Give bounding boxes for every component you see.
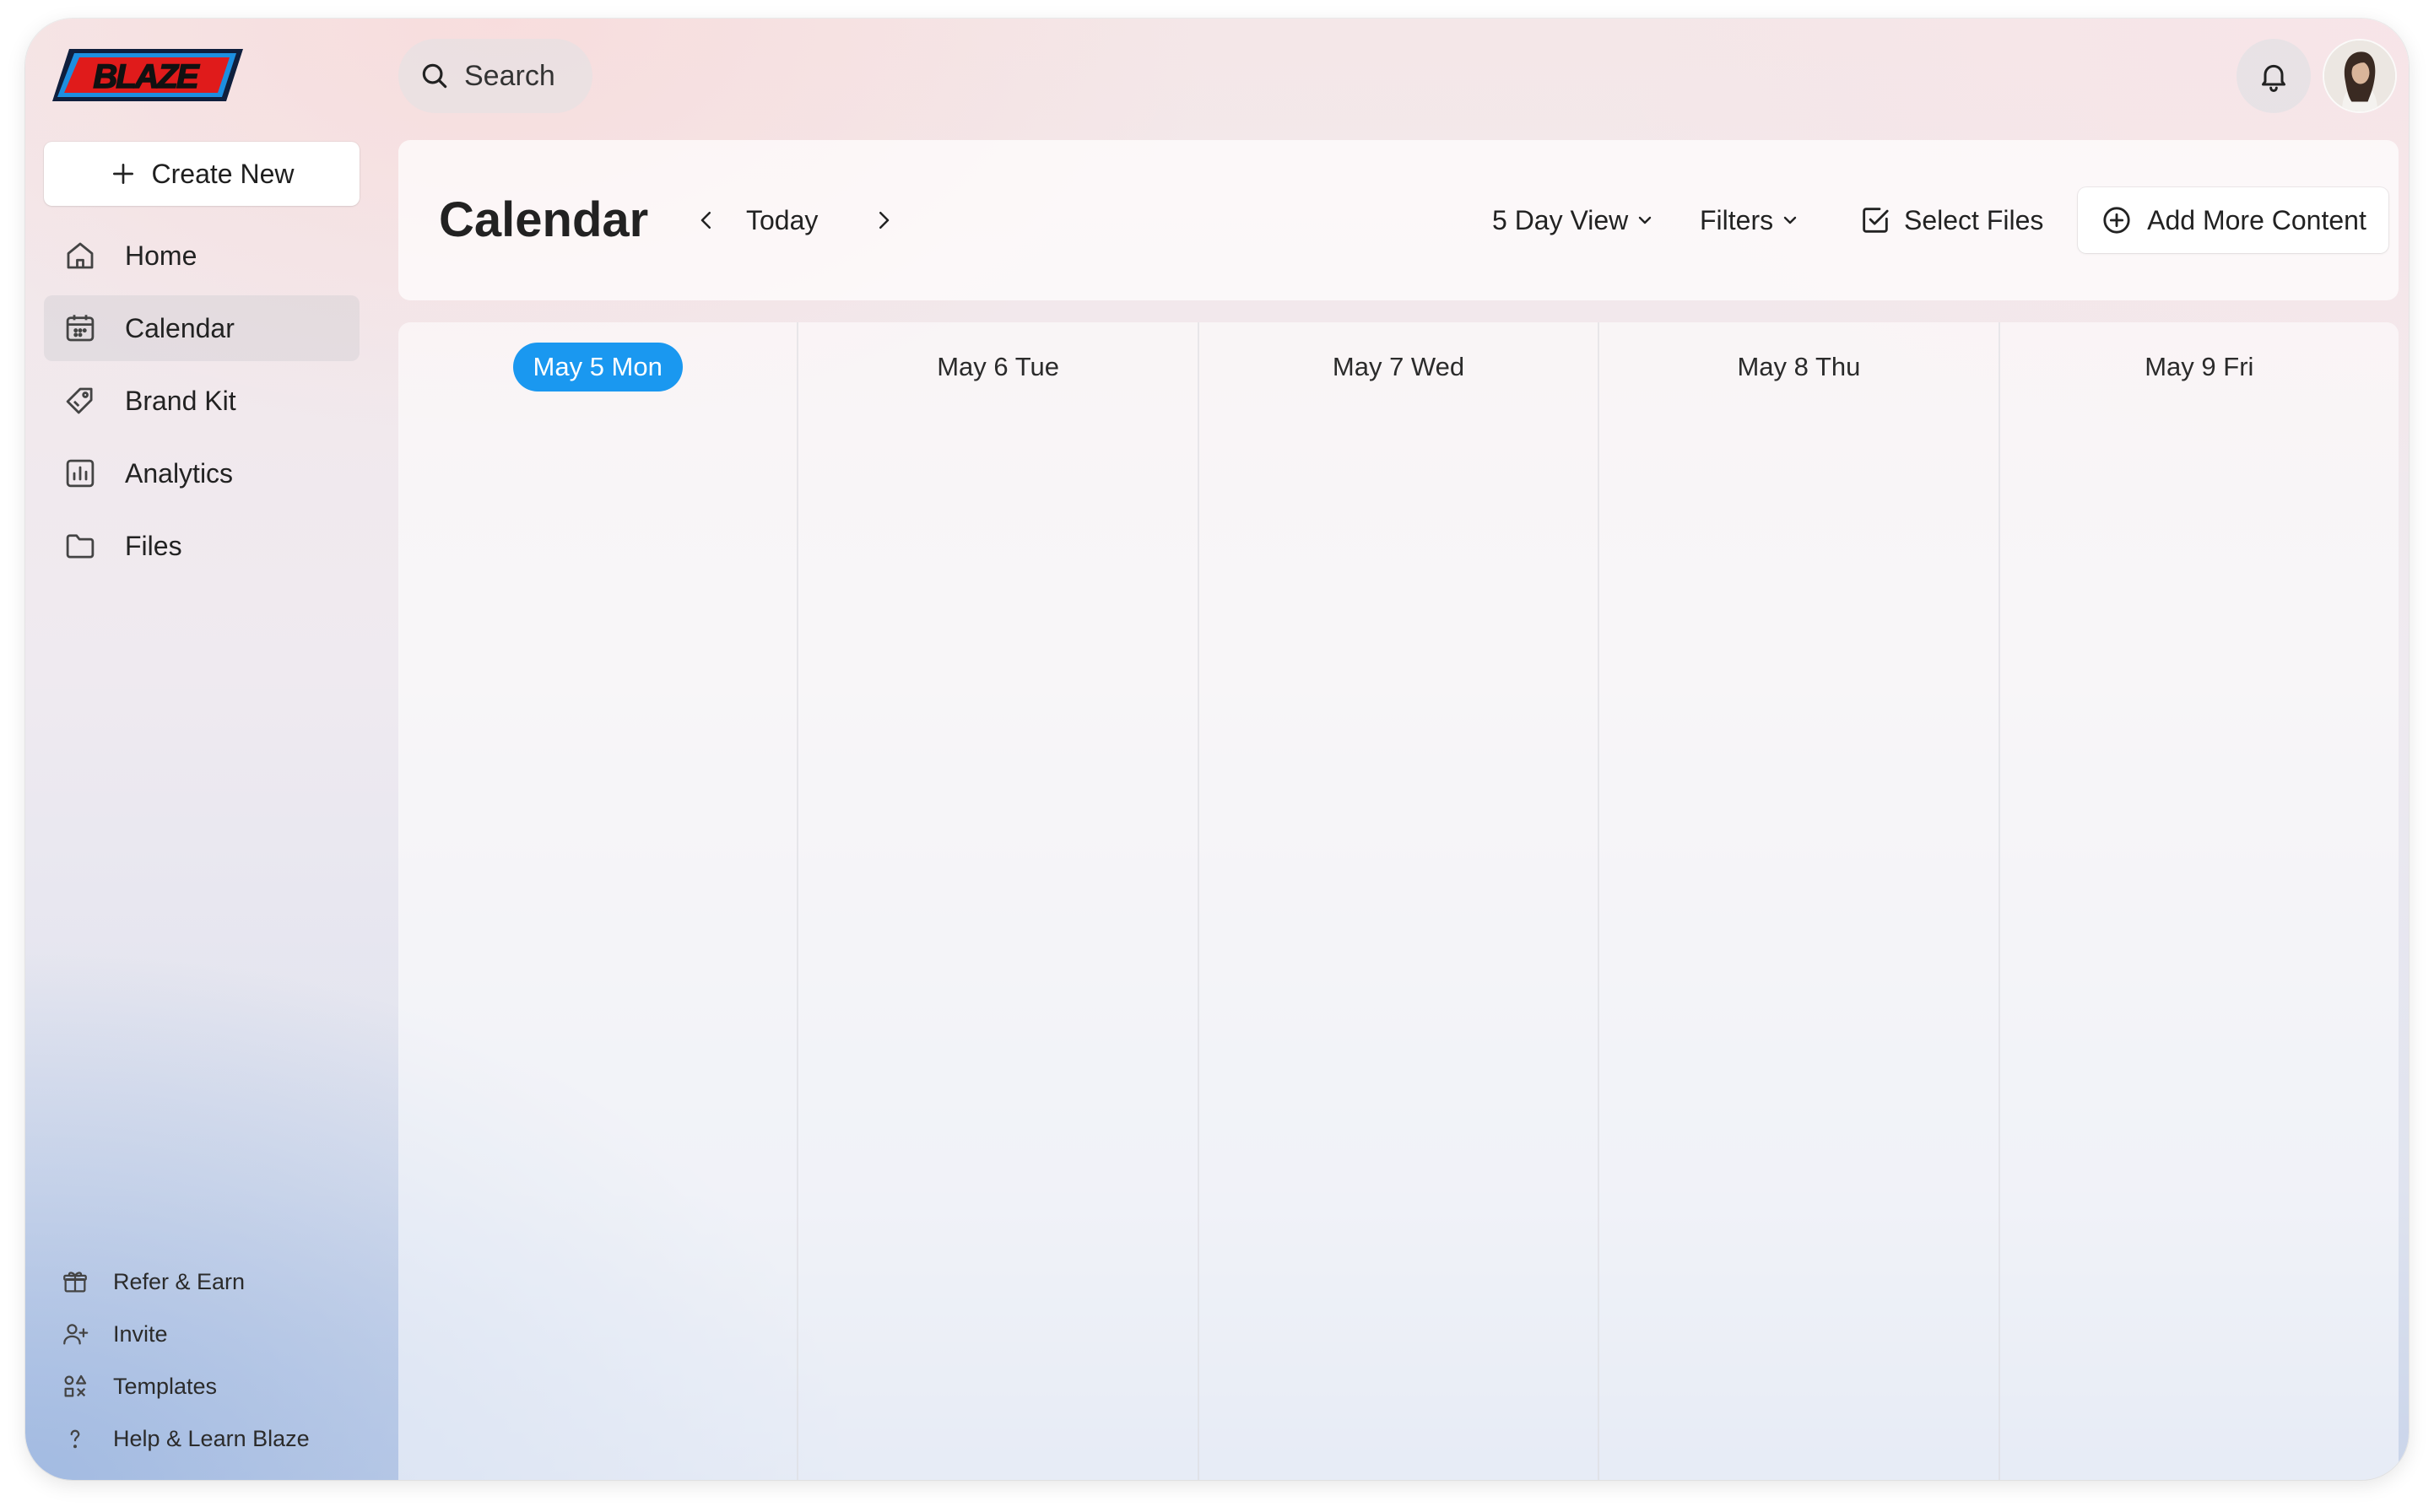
refer-earn-link[interactable]: Refer & Earn [44, 1256, 360, 1308]
invite-link[interactable]: Invite [44, 1308, 360, 1360]
create-new-button[interactable]: Create New [44, 142, 360, 206]
sidebar-secondary-nav: Refer & Earn Invite Templates Help & Lea… [44, 1256, 360, 1465]
folder-icon [66, 534, 95, 559]
create-new-label: Create New [151, 158, 295, 189]
chevron-right-icon [879, 212, 890, 229]
sidebar-item-label: Files [125, 530, 182, 561]
sidebar-item-label: Analytics [125, 457, 234, 489]
day-label[interactable]: May 9 Fri [2124, 343, 2274, 392]
help-label: Help & Learn Blaze [113, 1425, 310, 1451]
select-files-button[interactable]: Select Files [1858, 197, 2043, 243]
select-files-label: Select Files [1904, 204, 2044, 235]
blaze-logo-mark: BLAZE [52, 49, 243, 101]
filters-label: Filters [1700, 204, 1774, 235]
day-header: May 8 Thu [1599, 343, 1998, 392]
help-icon [70, 1429, 80, 1449]
sidebar-item-label: Home [125, 240, 197, 271]
plus-icon [112, 164, 133, 184]
search-label: Search [464, 59, 555, 92]
user-plus-icon [63, 1324, 89, 1345]
add-more-content-label: Add More Content [2147, 204, 2366, 235]
home-icon [67, 242, 94, 269]
sidebar-item-files[interactable]: Files [44, 513, 360, 579]
tag-icon [66, 387, 93, 414]
analytics-icon [66, 459, 95, 488]
day-header: May 9 Fri [2000, 343, 2399, 392]
invite-label: Invite [113, 1320, 168, 1347]
filters-dropdown[interactable]: Filters [1700, 197, 1800, 243]
help-link[interactable]: Help & Learn Blaze [44, 1412, 360, 1465]
calendar-icon [66, 315, 95, 342]
next-week-button[interactable] [863, 199, 905, 241]
view-dropdown[interactable]: 5 Day View [1492, 197, 1655, 243]
chevron-left-icon [700, 212, 711, 229]
day-column[interactable]: May 9 Fri [2000, 322, 2399, 1480]
sidebar-item-label: Calendar [125, 312, 235, 343]
sidebar-item-calendar[interactable]: Calendar [44, 295, 360, 361]
blaze-logo[interactable]: BLAZE [51, 46, 245, 105]
chevron-down-icon [1783, 216, 1797, 224]
day-label-today[interactable]: May 5 Mon [512, 343, 683, 392]
gift-icon [63, 1272, 87, 1293]
refer-earn-label: Refer & Earn [113, 1268, 246, 1294]
day-header: May 7 Wed [1199, 343, 1598, 392]
sidebar-item-label: Brand Kit [125, 385, 236, 416]
sidebar-item-analytics[interactable]: Analytics [44, 440, 360, 506]
svg-text:BLAZE: BLAZE [93, 58, 200, 95]
page-title: Calendar [439, 192, 649, 247]
day-column[interactable]: May 7 Wed [1199, 322, 1600, 1480]
chevron-down-icon [1639, 216, 1652, 224]
search-button[interactable]: Search [398, 39, 592, 113]
search-icon [422, 63, 447, 89]
notifications-button[interactable] [2237, 39, 2311, 113]
day-label[interactable]: May 6 Tue [917, 343, 1079, 392]
plus-circle-icon [2103, 207, 2130, 234]
view-dropdown-label: 5 Day View [1492, 204, 1629, 235]
sidebar-item-home[interactable]: Home [44, 223, 360, 289]
previous-week-button[interactable] [685, 199, 727, 241]
checkbox-icon [1863, 208, 1889, 233]
sidebar-item-brand-kit[interactable]: Brand Kit [44, 368, 360, 434]
app-window: BLAZE Search Create New Home Calendar Br… [25, 19, 2409, 1480]
calendar-grid: May 5 Mon May 6 Tue May 7 Wed May 8 Thu [398, 322, 2399, 1480]
day-header: May 5 Mon [398, 343, 797, 392]
templates-label: Templates [113, 1373, 218, 1399]
day-column[interactable]: May 8 Thu [1599, 322, 2000, 1480]
day-label[interactable]: May 7 Wed [1312, 343, 1485, 392]
add-more-content-button[interactable]: Add More Content [2078, 187, 2388, 253]
day-header: May 6 Tue [798, 343, 1197, 392]
today-button[interactable]: Today [746, 201, 818, 240]
user-avatar[interactable] [2323, 39, 2397, 113]
bell-icon [2262, 64, 2285, 92]
templates-icon [64, 1374, 87, 1397]
calendar-header: Calendar Today 5 Day View Filters Select… [398, 140, 2399, 300]
templates-link[interactable]: Templates [44, 1360, 360, 1412]
day-label[interactable]: May 8 Thu [1717, 343, 1880, 392]
avatar-photo [2324, 40, 2395, 111]
sidebar-nav: Home Calendar Brand Kit Analytics Files [44, 223, 360, 586]
day-column[interactable]: May 5 Mon [398, 322, 799, 1480]
main-content: Calendar Today 5 Day View Filters Select… [398, 140, 2399, 1480]
day-column[interactable]: May 6 Tue [798, 322, 1199, 1480]
